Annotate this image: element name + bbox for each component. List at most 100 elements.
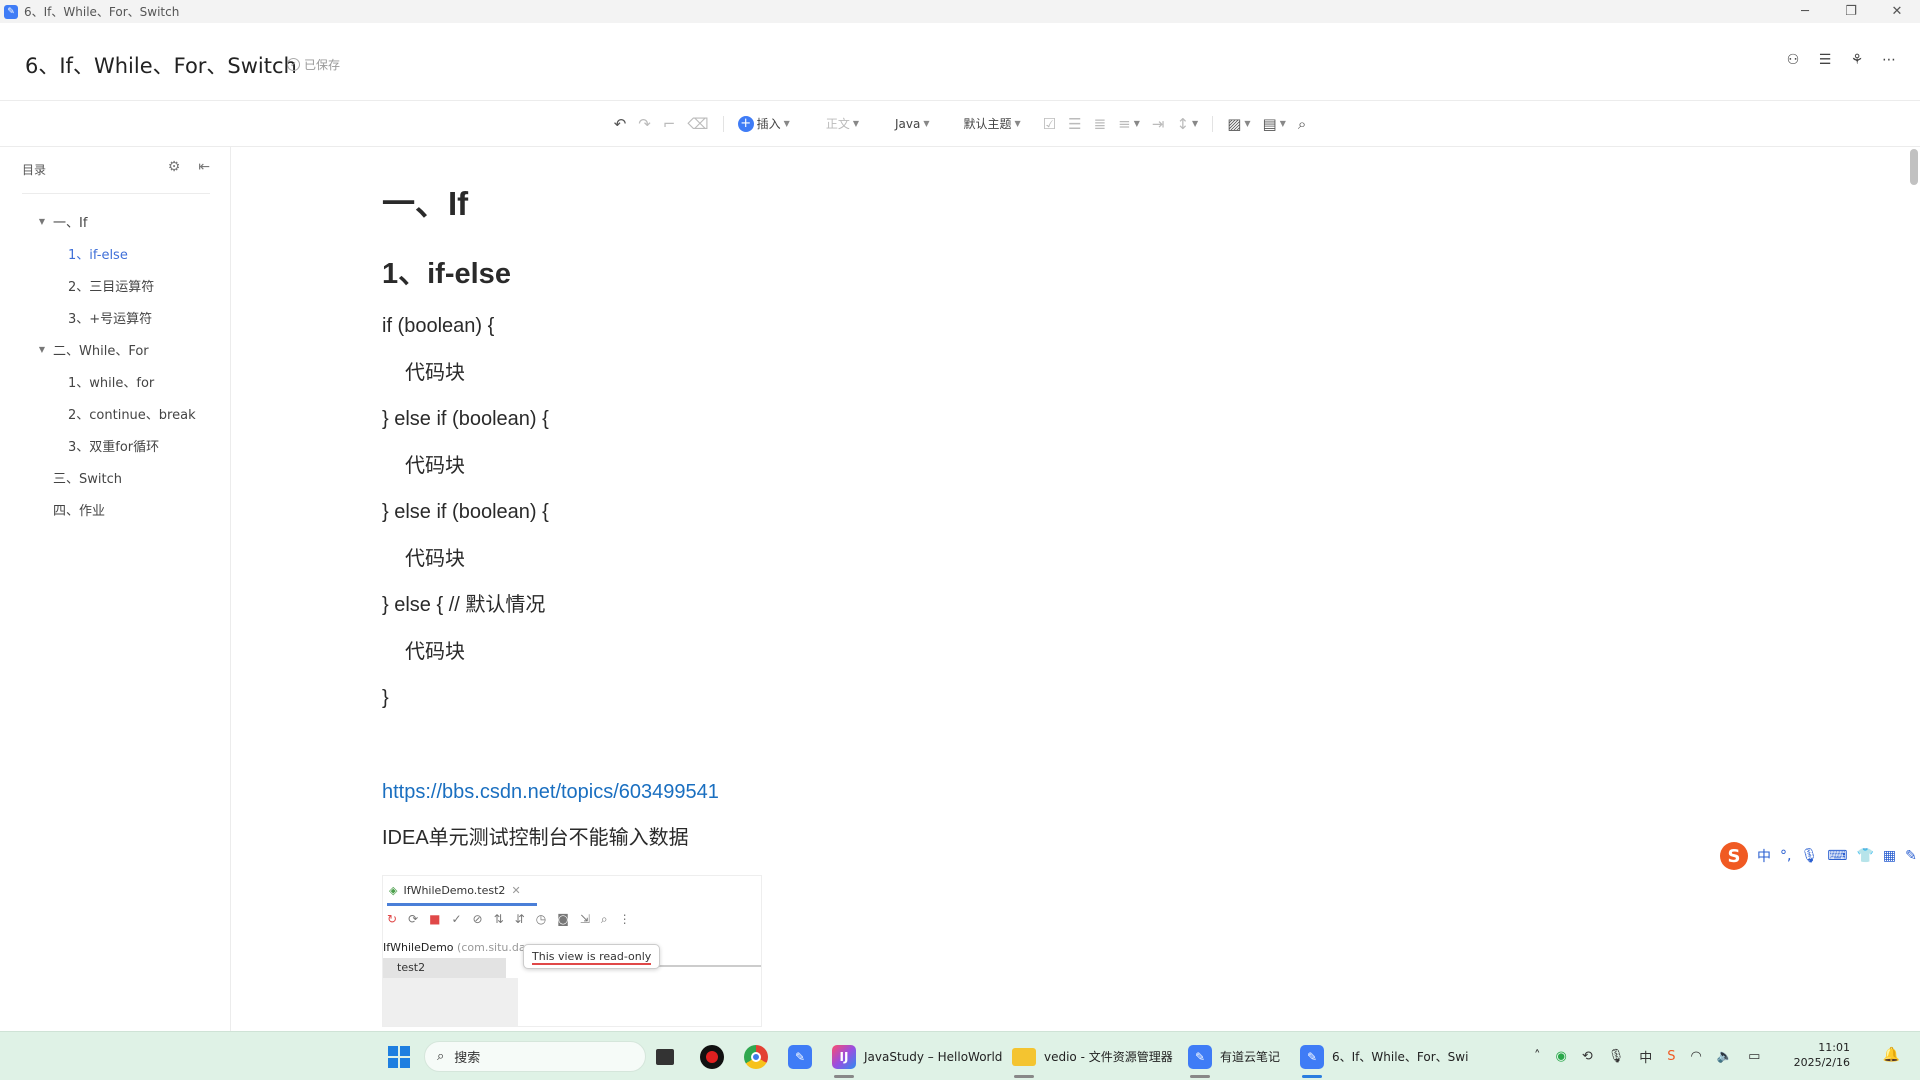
taskbar: ⌕ 搜索 ✎ IJ JavaStudy – HelloWorld vedio -… [0, 1031, 1920, 1080]
chevron-up-icon[interactable]: ˄ [1534, 1049, 1541, 1064]
chevron-down-icon: ▼ [1244, 119, 1251, 128]
recorder-app-button[interactable] [700, 1032, 724, 1081]
task-view-button[interactable] [656, 1032, 674, 1081]
start-button[interactable] [388, 1032, 410, 1081]
ime-punct[interactable]: °, [1780, 848, 1791, 864]
sort-icon: ⇅ [493, 912, 504, 926]
taskbar-search[interactable]: ⌕ 搜索 [424, 1041, 646, 1072]
code-line: 代码块 [405, 640, 465, 663]
battery-icon[interactable]: ▭ [1748, 1049, 1760, 1064]
toc-item[interactable]: 三、Switch [0, 461, 231, 493]
restore-button[interactable]: ❐ [1828, 0, 1874, 23]
format-painter-button[interactable]: ⌐ [657, 111, 682, 137]
wifi-icon[interactable]: ◠ [1691, 1049, 1702, 1064]
indent-button[interactable]: ⇥ [1146, 111, 1171, 137]
toc-title: 目录 [22, 163, 47, 177]
page-view-button[interactable]: ▤ ▼ [1257, 111, 1292, 137]
grid-icon[interactable]: ▦ [1883, 848, 1896, 864]
doc-title[interactable]: 6、If、While、For、Switch [25, 50, 297, 80]
csdn-link[interactable]: https://bbs.csdn.net/topics/603499541 [382, 769, 1482, 816]
toc-item[interactable]: 3、+号运算符 [0, 301, 231, 333]
window-controls: ─ ❐ ✕ [1782, 0, 1920, 23]
find-button[interactable]: ⌕ [1292, 111, 1312, 137]
skin-icon[interactable]: 👕 [1856, 848, 1873, 864]
share-user-icon[interactable]: ⚇ [1784, 51, 1802, 69]
mindmap-icon[interactable]: ⚘ [1848, 51, 1866, 69]
caret-down-icon[interactable]: ▼ [36, 345, 48, 354]
system-clock[interactable]: 11:01 2025/2/16 [1794, 1040, 1850, 1070]
embedded-screenshot[interactable]: ◈ IfWhileDemo.test2 ✕ ↻ ⟳ ■ ✓ ⊘ ⇅ ⇵ ◷ ◙ … [382, 875, 762, 1027]
notification-bell-icon[interactable]: 🔔 [1883, 1047, 1900, 1063]
scrollbar-thumb[interactable] [1910, 149, 1918, 185]
page-icon: ▤ [1262, 114, 1277, 133]
toc-item[interactable]: 1、if-else [0, 237, 231, 269]
toc-item[interactable]: 2、三目运算符 [0, 269, 231, 301]
import-icon: ⇲ [579, 912, 590, 926]
saved-label: 已保存 [304, 58, 341, 72]
tools-icon[interactable]: ✎ [1905, 848, 1917, 864]
sogou-logo-icon[interactable]: S [1720, 842, 1748, 870]
redo-button[interactable]: ↷ [632, 111, 657, 137]
toc-item[interactable]: 1、while、for [0, 365, 231, 397]
format-painter-icon: ⌐ [662, 114, 676, 133]
checkbox-button[interactable]: ☑ [1037, 111, 1062, 137]
document-body[interactable]: 一、If 1、if-else if (boolean) {代码块} else i… [382, 175, 1482, 862]
note-paragraph: IDEA单元测试控制台不能输入数据 [382, 827, 689, 849]
check-circle-icon: ✓ [287, 58, 300, 71]
insert-button[interactable]: + 插入 ▼ [732, 111, 796, 137]
microphone-icon[interactable]: 🎙 [1608, 1049, 1625, 1064]
close-button[interactable]: ✕ [1874, 0, 1920, 23]
toc-item[interactable]: ▼ 二、While、For [0, 333, 231, 365]
clear-format-button[interactable]: ⌫ [681, 111, 714, 137]
line-height-button[interactable]: ↕ ▼ [1170, 111, 1204, 137]
chevron-down-icon: ▼ [783, 119, 790, 128]
microphone-icon[interactable]: 🎙 [1800, 848, 1818, 864]
running-indicator [1014, 1075, 1034, 1078]
caret-down-icon[interactable]: ▼ [36, 217, 48, 226]
toc-sidebar: 目录 ⚙ ⇤ ▼ 一、If 1、if-else 2、三目运算符 3、+号运算符 ▼ 二、Wh… [0, 147, 231, 1031]
toc-item[interactable]: 3、双重for循环 [0, 429, 231, 461]
document-scrollbar[interactable] [1908, 147, 1920, 1031]
toc-item[interactable]: 2、continue、break [0, 397, 231, 429]
ime-tray-indicator[interactable]: 中 [1639, 1047, 1652, 1066]
sort-alt-icon: ⇵ [514, 912, 525, 926]
highlight-button[interactable]: ▨ ▼ [1221, 111, 1256, 137]
taskbar-app-current-note[interactable]: ✎ 6、If、While、For、Swi [1300, 1032, 1468, 1081]
bullet-list-button[interactable]: ☰ [1062, 111, 1087, 137]
more-icon[interactable]: ⋯ [1880, 51, 1898, 69]
collapse-sidebar-icon[interactable]: ⇤ [198, 159, 210, 175]
toc-divider [22, 193, 210, 194]
numbered-list-button[interactable]: ≣ [1088, 111, 1113, 137]
toc-item[interactable]: ▼ 一、If [0, 205, 231, 237]
minimize-button[interactable]: ─ [1782, 0, 1828, 23]
code-language-select[interactable]: Java ▼ [889, 111, 936, 137]
code-block[interactable]: if (boolean) {代码块} else if (boolean) {代码… [382, 303, 1482, 722]
paragraph-style-select[interactable]: 正文 ▼ [820, 111, 865, 137]
sogou-tray-icon[interactable]: S [1667, 1049, 1675, 1064]
code-theme-select[interactable]: 默认主题 ▼ [958, 111, 1027, 137]
taskbar-app-explorer[interactable]: vedio - 文件资源管理器 [1012, 1032, 1173, 1081]
notes-app-button[interactable]: ✎ [788, 1032, 812, 1081]
tray-app-icon[interactable]: ◉ [1556, 1049, 1567, 1064]
align-left-icon: ≡ [1118, 114, 1131, 133]
code-line: } else if (boolean) { [382, 408, 549, 430]
chevron-down-icon: ▼ [1014, 119, 1021, 128]
chevron-down-icon: ▼ [1192, 119, 1199, 128]
undo-button[interactable]: ↶ [608, 111, 633, 137]
toc-item[interactable]: 四、作业 [0, 493, 231, 525]
keyboard-icon[interactable]: ⌨ [1827, 848, 1847, 864]
toolbar-divider [722, 115, 724, 132]
align-button[interactable]: ≡ ▼ [1112, 111, 1146, 137]
chrome-app-button[interactable] [744, 1032, 768, 1081]
settings-icon[interactable]: ⚙ [168, 159, 181, 175]
search-list-icon[interactable]: ☰ [1816, 51, 1834, 69]
ime-language[interactable]: 中 [1757, 846, 1771, 866]
toc-item-label: 1、while、for [68, 375, 155, 391]
camera-icon: ◙ [557, 912, 569, 926]
taskbar-app-intellij[interactable]: IJ JavaStudy – HelloWorld [832, 1032, 1002, 1081]
volume-icon[interactable]: 🔈 [1717, 1049, 1733, 1064]
search-icon: ⌕ [1297, 114, 1307, 133]
sync-icon[interactable]: ⟲ [1582, 1049, 1593, 1064]
taskbar-app-youdao[interactable]: ✎ 有道云笔记 [1188, 1032, 1280, 1081]
